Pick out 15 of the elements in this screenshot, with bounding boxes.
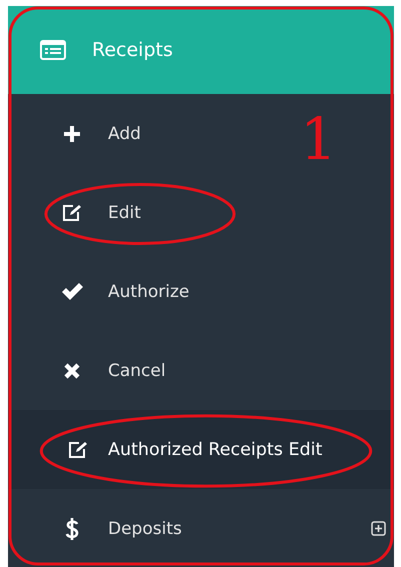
- menu-item[interactable]: Add: [60, 124, 141, 144]
- menu-item[interactable]: Authorize: [60, 282, 190, 302]
- menu-item[interactable]: Cancel: [60, 360, 166, 380]
- menu-item[interactable]: Deposits: [60, 516, 182, 540]
- handwritten-number: 1: [300, 110, 337, 168]
- menu-title: Receipts: [92, 39, 173, 61]
- list-icon: [40, 40, 66, 60]
- edit-icon: [68, 440, 88, 458]
- close-icon: [63, 362, 81, 380]
- menu-item[interactable]: Edit: [60, 202, 141, 222]
- expand-icon[interactable]: [371, 521, 386, 536]
- check-icon: [61, 282, 83, 300]
- plus-icon: [64, 126, 80, 142]
- edit-icon: [62, 204, 82, 222]
- dollar-icon: [65, 516, 79, 540]
